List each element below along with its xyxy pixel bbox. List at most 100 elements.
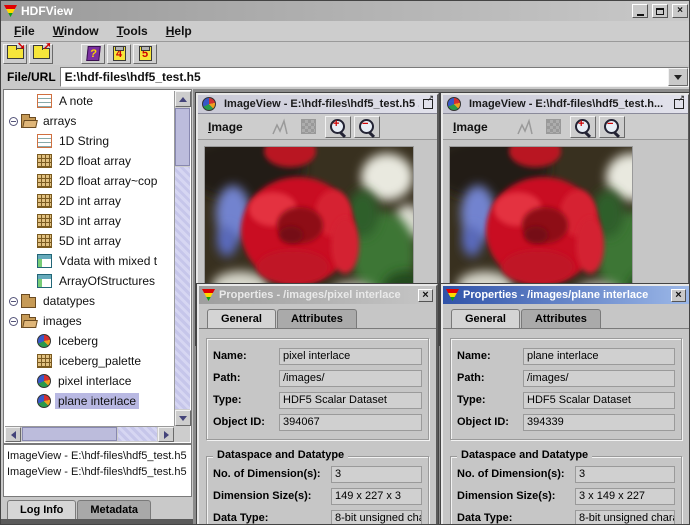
tree-item-arrayofstructures[interactable]: ArrayOfStructures (5, 271, 174, 291)
data-type-value: 8-bit unsigned chara (575, 510, 675, 525)
hdf-logo-icon (4, 5, 17, 17)
grid-icon (37, 154, 52, 168)
grid-icon (37, 214, 52, 228)
tab-metadata[interactable]: Metadata (77, 500, 151, 519)
object-id-value: 394067 (279, 414, 422, 431)
window-title: HDFView (21, 4, 628, 18)
tree-vertical-scrollbar[interactable] (174, 91, 190, 426)
name-label: Name: (213, 350, 279, 362)
tree-item-1d-string[interactable]: 1D String (5, 131, 174, 151)
restore-icon[interactable] (674, 99, 684, 109)
zoom-out-button[interactable]: − (599, 116, 625, 138)
tree-item-label: 2D float array (56, 153, 134, 169)
tree-item-label: iceberg_palette (56, 353, 144, 369)
close-icon[interactable]: × (418, 289, 433, 302)
menu-file[interactable]: File (5, 22, 44, 40)
scroll-left-button[interactable] (5, 427, 21, 442)
properties2-tabs: General Attributes (443, 304, 689, 328)
close-file-button[interactable]: ➚ (29, 44, 53, 64)
tree-item-3d-int-array[interactable]: 3D int array (5, 211, 174, 231)
tree-expand-handle-icon[interactable] (9, 317, 18, 326)
scrollbar-thumb[interactable] (22, 427, 117, 441)
tree-item-arrays[interactable]: arrays (5, 111, 174, 131)
histogram-button[interactable] (512, 116, 538, 138)
imageview2-titlebar[interactable]: ImageView - E:\hdf-files\hdf5_test.h... (443, 95, 688, 114)
mdi-desktop: ImageView - E:\hdf-files\hdf5_test.h5 ..… (193, 89, 690, 525)
properties1-title: Properties - /images/pixel interlace (219, 289, 414, 301)
tab-log-info[interactable]: Log Info (7, 500, 76, 519)
rose-photo[interactable] (205, 147, 414, 296)
properties1-content: Name:pixel interlace Path:/images/ Type:… (199, 328, 436, 525)
tree-item-datatypes[interactable]: datatypes (5, 291, 174, 311)
file-url-value[interactable]: E:\hdf-files\hdf5_test.h5 (61, 70, 668, 84)
menu-window[interactable]: Window (44, 22, 108, 40)
tree-item-iceberg-palette[interactable]: iceberg_palette (5, 351, 174, 371)
tree-item-a-note[interactable]: A note (5, 91, 174, 111)
open-file-button[interactable]: ➘ (3, 44, 27, 64)
grid-icon (37, 234, 52, 248)
hdf4-icon: 4 (113, 46, 126, 61)
tree-item-2d-int-array[interactable]: 2D int array (5, 191, 174, 211)
menu-image[interactable]: Image (204, 118, 247, 136)
tree-expand-handle-icon[interactable] (9, 117, 18, 126)
zoom-out-button[interactable]: − (354, 116, 380, 138)
palette-button[interactable] (296, 116, 322, 138)
tree-item-label: A note (56, 93, 96, 109)
zoom-in-button[interactable]: + (325, 116, 351, 138)
tab-general[interactable]: General (451, 309, 520, 328)
dataspace-group-title: Dataspace and Datatype (213, 449, 348, 461)
scroll-up-button[interactable] (175, 91, 191, 107)
hdf4-library-button[interactable]: 4 (107, 44, 131, 64)
scroll-down-button[interactable] (175, 410, 191, 426)
properties2-titlebar[interactable]: Properties - /images/plane interlace × (443, 286, 689, 304)
tree-horizontal-scrollbar[interactable] (5, 426, 174, 442)
tree-item-label: 2D int array (56, 193, 124, 209)
tab-general[interactable]: General (207, 309, 276, 328)
restore-icon[interactable] (423, 99, 433, 109)
num-dimensions-label: No. of Dimension(s): (457, 468, 575, 480)
tree-item-iceberg[interactable]: Iceberg (5, 331, 174, 351)
tree-expand-handle-icon[interactable] (9, 297, 18, 306)
general-group: Name:plane interlace Path:/images/ Type:… (450, 338, 682, 440)
tab-attributes[interactable]: Attributes (521, 309, 601, 328)
rose-photo[interactable] (450, 147, 633, 296)
tree-item-label: 5D int array (56, 233, 124, 249)
zoom-in-icon: + (574, 118, 592, 136)
tab-attributes[interactable]: Attributes (277, 309, 357, 328)
object-id-value: 394339 (523, 414, 675, 431)
palette-button[interactable] (541, 116, 567, 138)
menu-tools[interactable]: Tools (108, 22, 157, 40)
close-button[interactable]: × (672, 4, 688, 18)
tree-item-vdata-with-mixed-t[interactable]: Vdata with mixed t (5, 251, 174, 271)
object-id-label: Object ID: (213, 416, 279, 428)
histogram-button[interactable] (267, 116, 293, 138)
tree-item-plane-interlace[interactable]: plane interlace (5, 391, 174, 411)
imageview1-titlebar[interactable]: ImageView - E:\hdf-files\hdf5_test.h5 ..… (198, 95, 437, 114)
imageview2-menubar: Image + − (443, 114, 688, 140)
tree-item-5d-int-array[interactable]: 5D int array (5, 231, 174, 251)
tree-item-2d-float-array-cop[interactable]: 2D float array~cop (5, 171, 174, 191)
tree-item-pixel-interlace[interactable]: pixel interlace (5, 371, 174, 391)
dimension-size-label: Dimension Size(s): (457, 490, 575, 502)
zoom-in-button[interactable]: + (570, 116, 596, 138)
note-icon (37, 134, 52, 148)
minimize-button[interactable] (632, 4, 648, 18)
close-icon[interactable]: × (671, 289, 686, 302)
hdf5-library-button[interactable]: 5 (133, 44, 157, 64)
file-url-combobox[interactable]: E:\hdf-files\hdf5_test.h5 (60, 67, 689, 87)
tree-item-2d-float-array[interactable]: 2D float array (5, 151, 174, 171)
scroll-right-button[interactable] (158, 427, 174, 442)
properties1-titlebar[interactable]: Properties - /images/pixel interlace × (199, 286, 436, 304)
combobox-dropdown-button[interactable] (668, 68, 688, 86)
image-icon (37, 334, 51, 348)
maximize-button[interactable] (652, 4, 668, 18)
scrollbar-thumb[interactable] (175, 108, 190, 166)
dimension-size-value: 149 x 227 x 3 (331, 488, 422, 505)
menu-help[interactable]: Help (157, 22, 201, 40)
properties-dialog-plane-interlace: Properties - /images/plane interlace × G… (441, 284, 690, 525)
help-button[interactable]: ? (81, 44, 105, 64)
imageview1-title: ImageView - E:\hdf-files\hdf5_test.h5 ..… (224, 98, 419, 110)
menu-image[interactable]: Image (449, 118, 492, 136)
tree-item-images[interactable]: images (5, 311, 174, 331)
tree-item-label: datatypes (40, 293, 98, 309)
